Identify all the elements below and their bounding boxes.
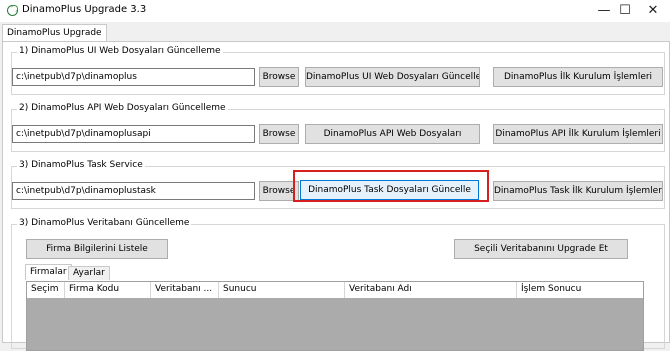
grid-header: Seçim Firma Kodu Veritabanı ... Sunucu V… (27, 282, 643, 298)
column-header[interactable]: Firma Kodu (65, 282, 151, 298)
list-firms-button[interactable]: Firma Bilgilerini Listele (26, 239, 168, 259)
group-legend: 3) DinamoPlus Task Service (17, 160, 145, 170)
upgrade-database-button[interactable]: Seçili Veritabanını Upgrade Et (454, 239, 628, 259)
group-legend: 1) DinamoPlus UI Web Dosyaları Güncellem… (17, 46, 223, 56)
tab-firmalar[interactable]: Firmalar (25, 264, 72, 280)
tab-ayarlar[interactable]: Ayarlar (68, 266, 110, 280)
api-browse-button[interactable]: Browse (259, 124, 299, 144)
group-legend: 3) DinamoPlus Veritabanı Güncelleme (17, 218, 192, 228)
group-legend: 2) DinamoPlus API Web Dosyaları Güncelle… (17, 103, 228, 113)
tab-panel: 1) DinamoPlus UI Web Dosyaları Güncellem… (2, 41, 670, 351)
api-setup-button[interactable]: DinamoPlus API İlk Kurulum İşlemleri (493, 124, 663, 144)
task-setup-button[interactable]: DinamoPlus Task İlk Kurulum İşlemleri (493, 181, 663, 201)
task-path-input[interactable]: c:\inetpub\d7p\dinamoplustask (12, 182, 255, 200)
ui-update-button[interactable]: DinamoPlus UI Web Dosyaları Güncelle (305, 67, 480, 87)
title-bar: DinamoPlus Upgrade 3.3 — ☐ ✕ (0, 0, 670, 22)
api-web-update-group: 2) DinamoPlus API Web Dosyaları Güncelle… (11, 103, 665, 152)
api-path-input[interactable]: c:\inetpub\d7p\dinamoplusapi (12, 125, 255, 143)
column-header[interactable]: Veritabanı Adı (345, 282, 517, 298)
window-title: DinamoPlus Upgrade 3.3 (22, 4, 147, 15)
ui-path-input[interactable]: c:\inetpub\d7p\dinamoplus (12, 68, 255, 86)
ui-browse-button[interactable]: Browse (259, 67, 299, 87)
firms-grid[interactable]: Seçim Firma Kodu Veritabanı ... Sunucu V… (26, 281, 644, 351)
ui-setup-button[interactable]: DinamoPlus İlk Kurulum İşlemleri (493, 67, 663, 87)
ui-web-update-group: 1) DinamoPlus UI Web Dosyaları Güncellem… (11, 46, 665, 95)
main-tab-strip: DinamoPlus Upgrade (0, 22, 670, 43)
column-header[interactable]: Seçim (27, 282, 65, 298)
app-logo-icon (7, 5, 18, 16)
db-tab-strip: Firmalar Ayarlar (25, 264, 645, 282)
database-update-group: 3) DinamoPlus Veritabanı Güncelleme Firm… (11, 218, 665, 351)
column-header[interactable]: Sunucu (219, 282, 345, 298)
red-highlight-box (293, 170, 489, 202)
column-header[interactable]: Veritabanı ... (151, 282, 219, 298)
close-button[interactable]: ✕ (636, 0, 670, 22)
api-update-button[interactable]: DinamoPlus API Web Dosyaları (305, 124, 480, 144)
column-header[interactable]: İşlem Sonucu (517, 282, 645, 298)
